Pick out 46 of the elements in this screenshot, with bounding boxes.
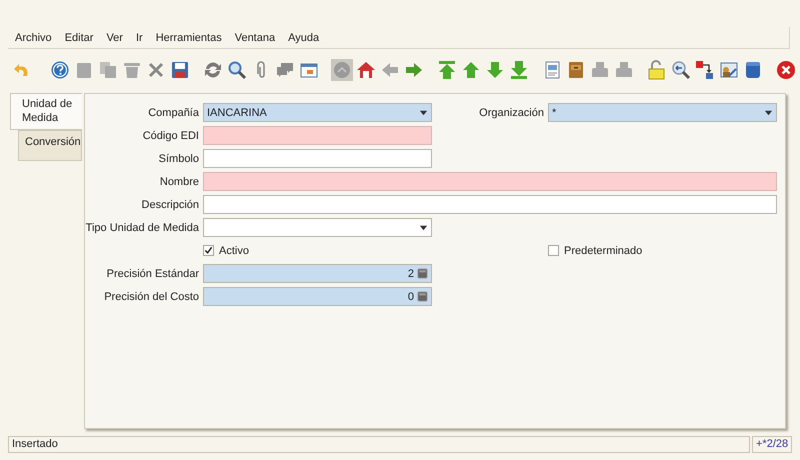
menu-item[interactable]: Ventana: [234, 32, 276, 44]
record-counter: +*2/28: [752, 436, 792, 453]
help-icon[interactable]: [49, 59, 71, 81]
input-field[interactable]: [203, 195, 777, 214]
field-label: Descripción: [142, 198, 199, 210]
home-icon[interactable]: [355, 59, 377, 81]
number-field[interactable]: 2: [203, 264, 432, 283]
input-field[interactable]: [203, 149, 432, 168]
calculator-icon[interactable]: [417, 291, 428, 302]
caret-icon[interactable]: [764, 108, 773, 117]
menu-item[interactable]: Ir: [136, 32, 143, 44]
menu-item[interactable]: Ver: [106, 32, 123, 44]
field-label: Precisión del Costo: [104, 290, 199, 302]
bottom-arrow-icon[interactable]: [508, 59, 530, 81]
checkbox[interactable]: [548, 245, 559, 256]
top-arrow-icon[interactable]: [436, 59, 458, 81]
tab[interactable]: Conversión: [18, 130, 82, 161]
caret-icon[interactable]: [419, 223, 428, 232]
field-label: Símbolo: [158, 152, 199, 164]
field-label: Compañía: [148, 106, 199, 118]
combo-box[interactable]: IANCARINA: [203, 103, 432, 122]
tab[interactable]: Unidad de Medida: [10, 93, 82, 130]
number-field[interactable]: 0: [203, 287, 432, 306]
input-field[interactable]: [203, 172, 777, 191]
menu-item[interactable]: Editar: [64, 32, 94, 44]
checkbox-label: Activo: [219, 244, 249, 256]
save-icon[interactable]: [169, 59, 191, 81]
close-icon[interactable]: [775, 59, 797, 81]
field-label: Precisión Estándar: [106, 268, 199, 280]
checkbox[interactable]: [203, 245, 214, 256]
field-label: Organización: [479, 106, 544, 118]
search-icon[interactable]: [226, 59, 248, 81]
combo-box[interactable]: *: [548, 103, 777, 122]
menu-item[interactable]: Archivo: [15, 32, 52, 44]
status-message: Insertado: [8, 436, 750, 453]
checkbox-label: Predeterminado: [564, 244, 642, 256]
caret-icon[interactable]: [419, 108, 428, 117]
field-label: Nombre: [160, 176, 199, 188]
calculator-icon[interactable]: [417, 268, 428, 279]
flow-icon[interactable]: [694, 59, 716, 81]
menu-item[interactable]: Ayuda: [288, 32, 320, 44]
field-label: Código EDI: [142, 130, 199, 142]
field-label: Tipo Unidad de Medida: [86, 222, 199, 234]
zoom-icon[interactable]: [670, 59, 692, 81]
menu-item[interactable]: Herramientas: [156, 32, 222, 44]
input-field[interactable]: [203, 126, 432, 145]
